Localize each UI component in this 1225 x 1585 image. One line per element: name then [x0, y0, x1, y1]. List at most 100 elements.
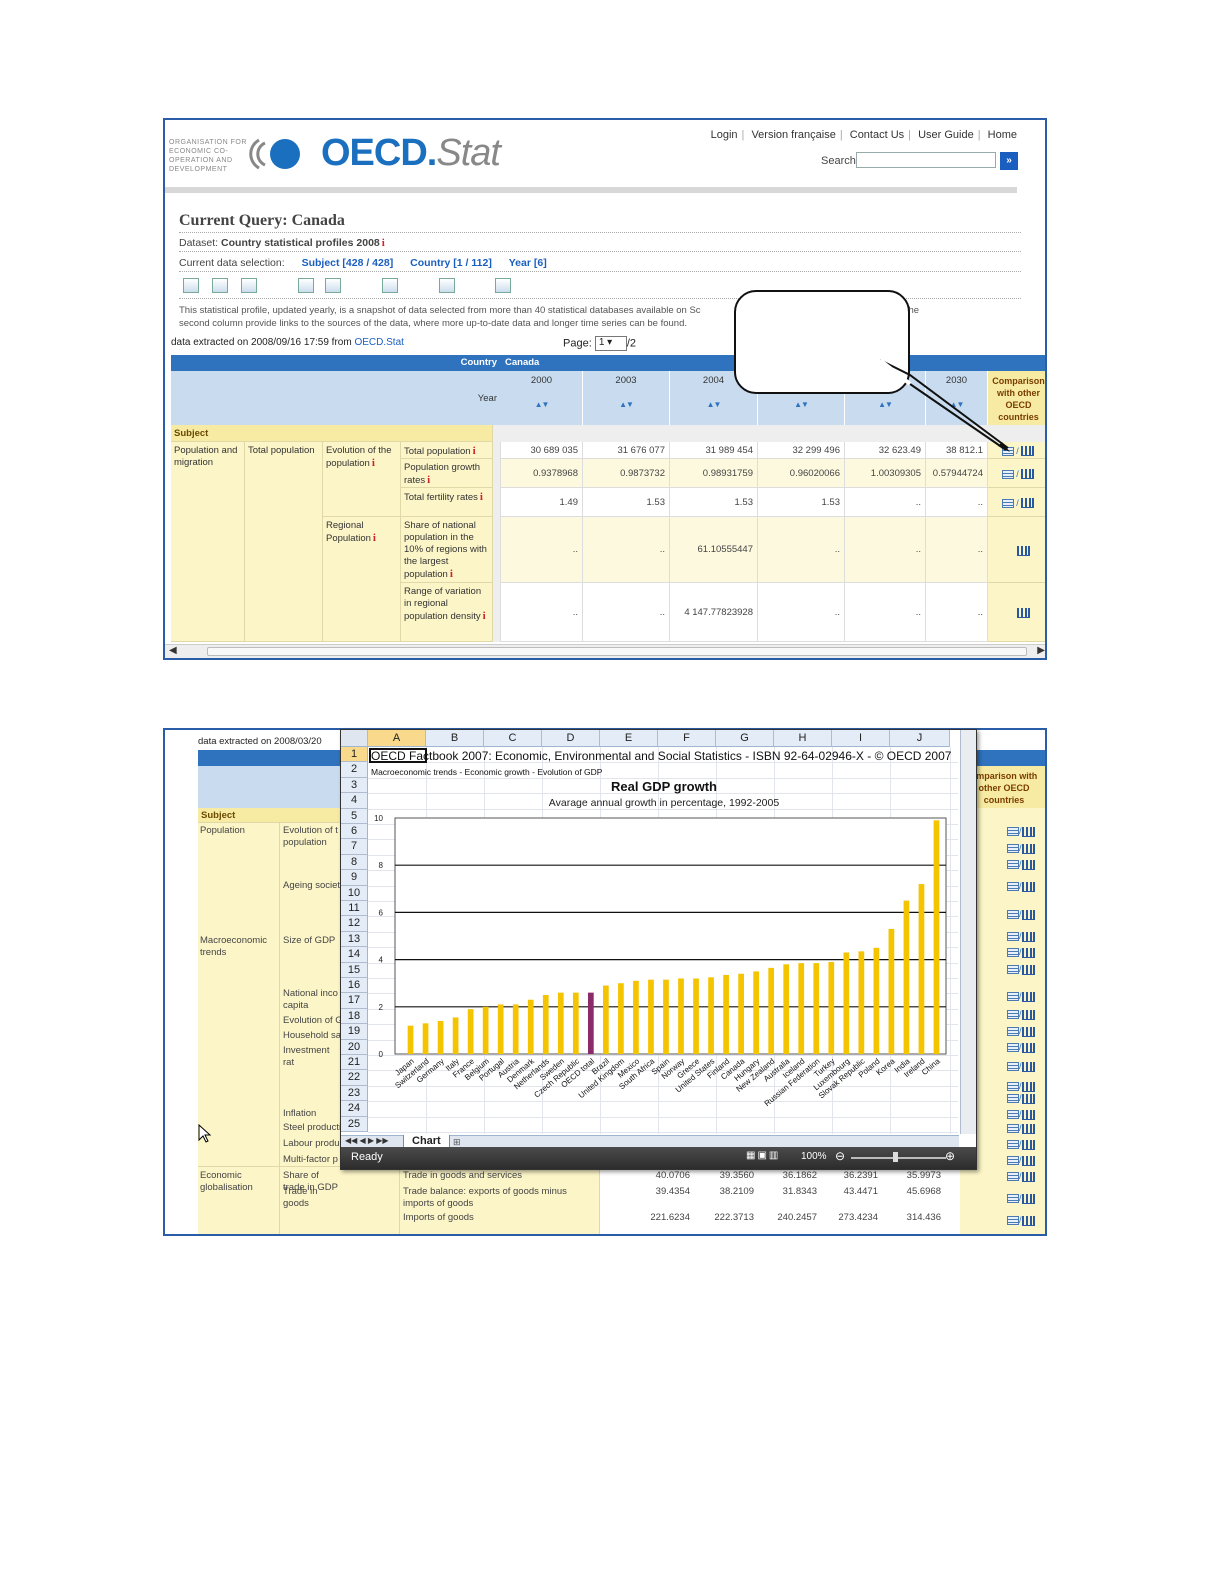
bar-chart-icon[interactable]: [1021, 1155, 1035, 1166]
table-view-icon[interactable]: [1007, 1027, 1019, 1037]
excel-window[interactable]: ABCDEFGHIJ 1 2 3 4 5 6 7 8 9 10 11 12 13 14 15 16 17 18 19…: [340, 729, 977, 1170]
row-header[interactable]: 24: [341, 1101, 368, 1117]
zoom-in-icon[interactable]: ⊕: [945, 1149, 955, 1163]
zoom-out-icon[interactable]: ⊖: [835, 1149, 845, 1163]
table-view-icon[interactable]: [1007, 1110, 1019, 1120]
help-icon[interactable]: [495, 278, 511, 293]
column-header[interactable]: G: [716, 730, 774, 747]
column-header[interactable]: B: [426, 730, 484, 747]
subject-selection-link[interactable]: Subject [428 / 428]: [302, 257, 394, 269]
bar-chart-icon[interactable]: [1021, 1123, 1035, 1134]
view-buttons-icon[interactable]: ▦▣▥: [746, 1150, 780, 1161]
bar-chart-icon[interactable]: [1021, 1093, 1035, 1104]
bar-chart-icon[interactable]: [1021, 469, 1035, 480]
scroll-thumb[interactable]: [207, 647, 1027, 656]
table-view-icon[interactable]: [1007, 844, 1019, 854]
bar-chart-icon[interactable]: [1021, 843, 1035, 854]
row-header[interactable]: 21: [341, 1055, 368, 1071]
zoom-thumb[interactable]: [893, 1152, 898, 1162]
select-all-corner[interactable]: [341, 730, 368, 747]
row-header[interactable]: 12: [341, 916, 368, 932]
column-header[interactable]: F: [658, 730, 716, 747]
tab-nav-icon[interactable]: ◀◀ ◀ ▶ ▶▶: [345, 1136, 389, 1145]
row-header[interactable]: 11: [341, 901, 368, 917]
customize-icon[interactable]: [183, 278, 199, 293]
row-header[interactable]: 13: [341, 931, 368, 948]
table-view-icon[interactable]: [1007, 1082, 1019, 1092]
table-view-icon[interactable]: [1001, 469, 1014, 479]
bar-chart-icon[interactable]: [1021, 859, 1035, 870]
search-button[interactable]: »: [1000, 152, 1018, 170]
table-view-icon[interactable]: [1007, 992, 1019, 1002]
vertical-scrollbar[interactable]: [960, 730, 976, 1134]
row-header[interactable]: 4: [341, 793, 368, 809]
page-select[interactable]: 1 ▾: [594, 336, 627, 351]
bar-chart-icon[interactable]: [1021, 947, 1035, 958]
login-link[interactable]: Login: [711, 129, 738, 141]
version-francaise-link[interactable]: Version française: [751, 129, 835, 141]
bar-chart-icon[interactable]: [1021, 1042, 1035, 1053]
table-view-icon[interactable]: [1007, 882, 1019, 892]
bar-chart-icon[interactable]: [1021, 826, 1035, 837]
column-header[interactable]: J: [890, 730, 950, 747]
row-header[interactable]: 3: [341, 777, 368, 794]
row-header[interactable]: 2: [341, 762, 368, 778]
table-view-icon[interactable]: [1007, 827, 1019, 837]
table-view-icon[interactable]: [1007, 1156, 1019, 1166]
sort-arrows-icon[interactable]: ▲▼: [707, 400, 722, 409]
table-view-icon[interactable]: [1007, 1194, 1019, 1204]
bar-chart-icon[interactable]: [1021, 964, 1035, 975]
column-header[interactable]: E: [600, 730, 658, 747]
bar-chart-icon[interactable]: [1021, 909, 1035, 920]
bar-chart-icon[interactable]: [1021, 498, 1035, 509]
info-icon[interactable]: i: [373, 532, 376, 544]
sort-arrows-icon[interactable]: ▲▼: [619, 400, 634, 409]
bar-chart-icon[interactable]: [1021, 1026, 1035, 1037]
country-selection-link[interactable]: Country [1 / 112]: [410, 257, 492, 269]
zoom-slider[interactable]: [851, 1157, 946, 1159]
bar-chart-icon[interactable]: [1021, 446, 1035, 457]
bar-chart-icon[interactable]: [1021, 1009, 1035, 1020]
row-header[interactable]: 10: [341, 885, 368, 901]
row-header[interactable]: 18: [341, 1008, 368, 1025]
row-header[interactable]: 7: [341, 839, 368, 855]
bar-chart-icon[interactable]: [1021, 1109, 1035, 1120]
column-header[interactable]: A: [368, 730, 426, 747]
bar-chart-icon[interactable]: [1016, 608, 1030, 619]
row-header[interactable]: 5: [341, 808, 368, 824]
table-view-icon[interactable]: [1007, 965, 1019, 975]
info-icon[interactable]: i: [480, 491, 483, 503]
info-icon[interactable]: i: [450, 568, 453, 580]
bar-chart-icon[interactable]: [1021, 1193, 1035, 1204]
table-view-icon[interactable]: [1001, 498, 1014, 508]
bar-chart-icon[interactable]: [1021, 1139, 1035, 1150]
table-view-icon[interactable]: [1007, 1010, 1019, 1020]
zoom-level[interactable]: 100%: [801, 1151, 827, 1162]
info-icon[interactable]: i: [382, 237, 385, 249]
bar-chart-icon[interactable]: [1021, 931, 1035, 942]
table-view-icon[interactable]: [1007, 1172, 1019, 1182]
row-header[interactable]: 25: [341, 1116, 368, 1132]
row-header[interactable]: 14: [341, 947, 368, 963]
row-header[interactable]: 20: [341, 1039, 368, 1055]
table-view-icon[interactable]: [1007, 932, 1019, 942]
horizontal-scrollbar[interactable]: ◀ ▶: [165, 644, 1045, 658]
scroll-left-icon[interactable]: ◀: [169, 645, 177, 656]
bar-chart-icon[interactable]: [1021, 1081, 1035, 1092]
row-header[interactable]: 15: [341, 962, 368, 978]
user-guide-link[interactable]: User Guide: [918, 129, 974, 141]
info-icon[interactable]: i: [473, 445, 476, 457]
table-view-icon[interactable]: [1007, 1094, 1019, 1104]
table-view-icon[interactable]: [1007, 1124, 1019, 1134]
save-query-icon[interactable]: [439, 278, 455, 293]
sort-arrows-icon[interactable]: ▲▼: [535, 400, 550, 409]
bar-chart-icon[interactable]: [1021, 991, 1035, 1002]
row-header[interactable]: 9: [341, 870, 368, 886]
column-header[interactable]: H: [774, 730, 832, 747]
column-header[interactable]: C: [484, 730, 542, 747]
info-icon[interactable]: i: [483, 610, 486, 622]
info-icon[interactable]: i: [427, 474, 430, 486]
bar-chart-icon[interactable]: [1016, 545, 1030, 556]
excel-export-icon[interactable]: [298, 278, 314, 293]
bar-chart-icon[interactable]: [1021, 881, 1035, 892]
